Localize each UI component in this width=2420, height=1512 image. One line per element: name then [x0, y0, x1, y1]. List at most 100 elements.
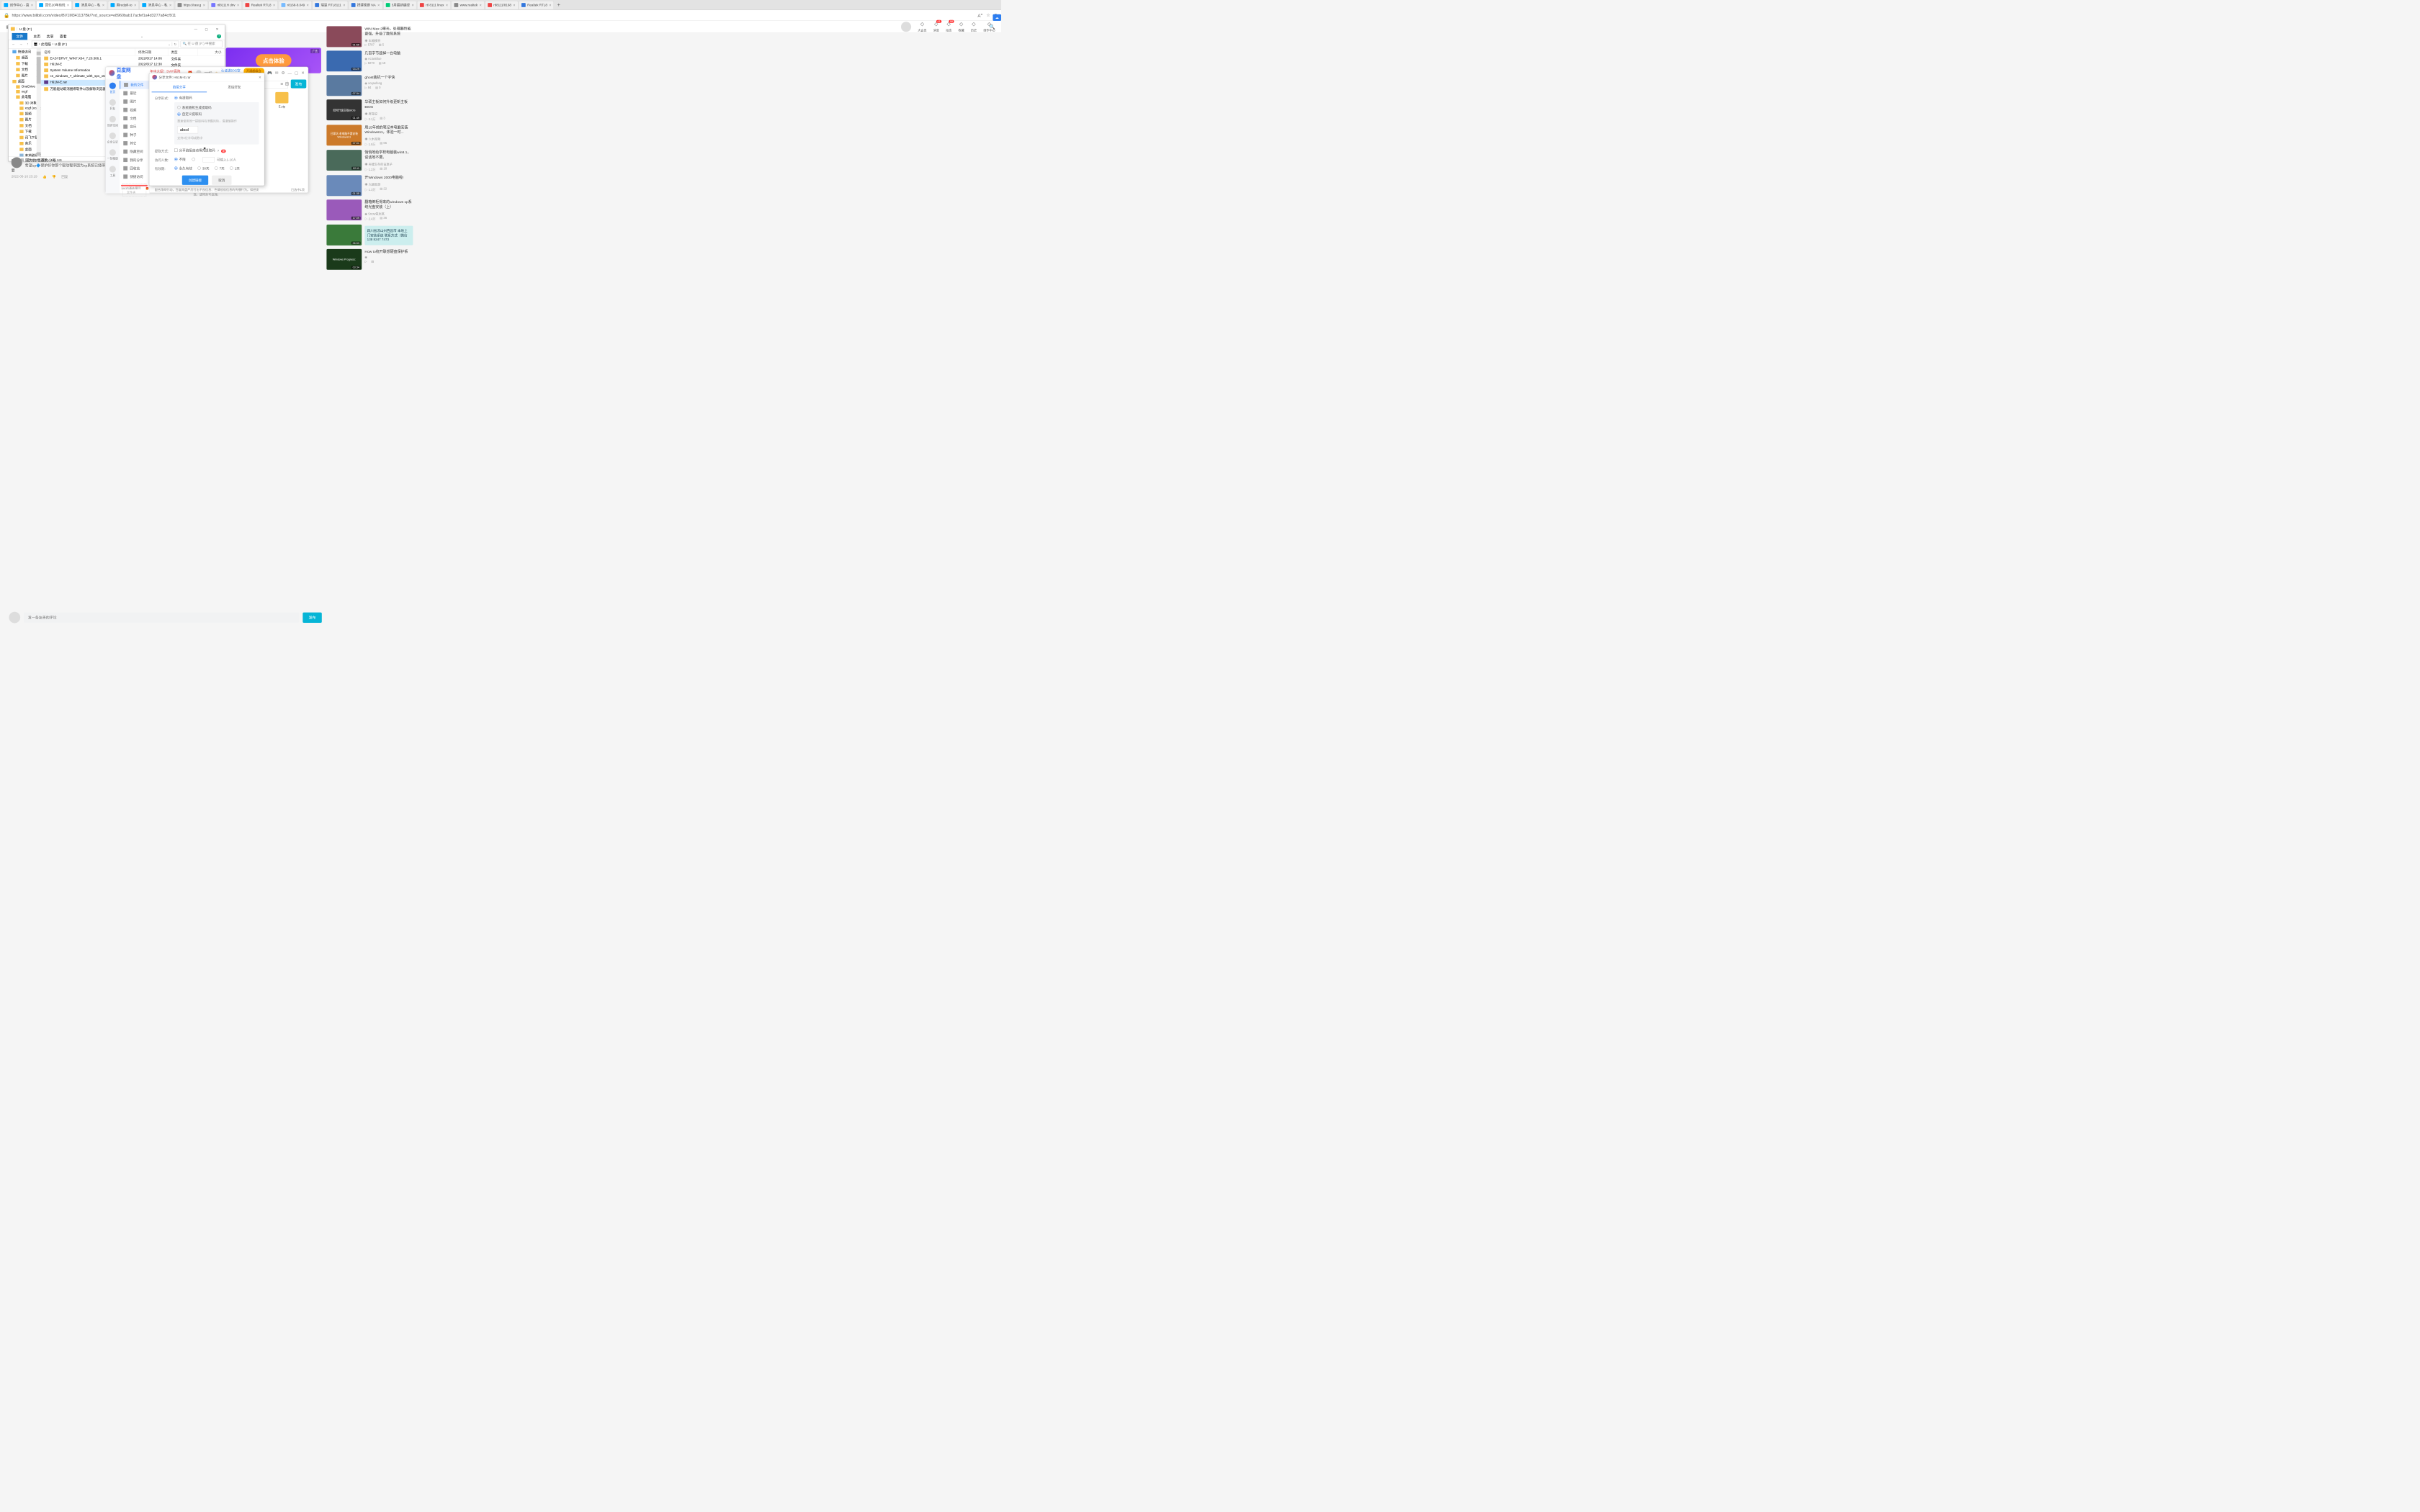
rec-thumbnail[interactable]: 01:35: [326, 175, 362, 196]
leftnav-item[interactable]: 同步空间: [107, 116, 118, 127]
topbar-icon-大会员[interactable]: ◇大会员: [918, 21, 926, 32]
close-button[interactable]: ✕: [212, 26, 223, 32]
tab-close-icon[interactable]: ×: [513, 3, 515, 7]
rec-thumbnail[interactable]: 02:11: [326, 150, 362, 171]
browser-tab[interactable]: 消息中心 - 私×: [73, 1, 107, 9]
tab-close-icon[interactable]: ×: [67, 3, 69, 7]
ribbon-tab-share[interactable]: 共享: [47, 34, 54, 39]
leftnav-item[interactable]: 一刻相册: [107, 149, 118, 161]
sidebar-item[interactable]: 视频: [120, 106, 149, 114]
radio-expiry[interactable]: 1天: [230, 166, 240, 171]
tab-close-icon[interactable]: ×: [134, 3, 136, 7]
header-type[interactable]: 类型: [168, 48, 197, 55]
radio-expiry[interactable]: 30天: [197, 166, 209, 171]
browser-tab[interactable]: Realtek RTL8×: [519, 1, 554, 9]
tab-close-icon[interactable]: ×: [203, 3, 205, 7]
radio-unlimited[interactable]: 不限: [174, 157, 186, 162]
radio-limited[interactable]: [192, 158, 195, 161]
topbar-icon-动态[interactable]: ◇动态58: [946, 21, 951, 32]
help-icon[interactable]: ?: [217, 35, 221, 39]
file-row[interactable]: EASYDRV7_WIN7.X64_7.20.306.12022/6/17 14…: [41, 56, 225, 62]
tab-close-icon[interactable]: ×: [377, 3, 380, 7]
topbar-icon-创作中心[interactable]: ◇创作中心: [983, 21, 995, 32]
crumb-item[interactable]: U 盘 (F:): [55, 42, 67, 47]
rec-thumbnail[interactable]: 如何升级主板BIOS01:49: [326, 99, 362, 120]
sidebar-item[interactable]: 音乐: [120, 122, 149, 131]
sidebar-item[interactable]: 最近: [120, 89, 149, 98]
ribbon-tab-view[interactable]: 查看: [60, 34, 67, 39]
sidebar-item[interactable]: 其它: [120, 139, 149, 148]
browser-tab[interactable]: 创作中心 - 直×: [1, 1, 36, 9]
favorite-icon[interactable]: ☆: [986, 12, 990, 19]
tab-close-icon[interactable]: ×: [343, 3, 345, 7]
game-icon[interactable]: 🎮: [267, 71, 272, 76]
recommendation-item[interactable]: 07:34ghost装机一个字快◉ xcqaofeng▷ 84▤ 0: [326, 75, 413, 96]
radio-has-code[interactable]: 有提取码: [174, 95, 192, 100]
sidebar-item[interactable]: 种子: [120, 131, 149, 140]
scroll-up-arrow[interactable]: [37, 52, 41, 55]
maximize-button[interactable]: ▢: [295, 71, 298, 76]
dialog-close-button[interactable]: ✕: [259, 75, 261, 78]
nav-forward-button[interactable]: →: [18, 42, 24, 46]
list-view-icon[interactable]: ≡: [280, 81, 283, 86]
radio-expiry[interactable]: 7天: [215, 166, 225, 171]
gift-icon[interactable]: 🎁: [145, 187, 149, 191]
sidebar-item[interactable]: 图片: [120, 97, 149, 106]
tab-link-share[interactable]: 链接分享: [152, 82, 207, 92]
tab-close-icon[interactable]: ×: [480, 3, 482, 7]
recommendation-item[interactable]: 03:29几百字节毁掉一台电脑◉ AcianBlue▷ 9270▤ 18: [326, 50, 413, 71]
topbar-icon-消息[interactable]: ◇消息61: [933, 21, 939, 32]
browser-tab[interactable]: 5月最新编译×: [383, 1, 417, 9]
recommendation-item[interactable]: 01:35开Windows 2000电脑啦!◉ 大越南游▷ 1.3万▤ 22: [326, 175, 413, 196]
sidebar-item[interactable]: 隐藏空间: [120, 148, 149, 156]
tab-close-icon[interactable]: ×: [273, 3, 275, 7]
radio-expiry[interactable]: 永久有效: [174, 166, 192, 171]
dislike-icon[interactable]: 👎: [52, 175, 56, 179]
code-input[interactable]: [177, 126, 198, 133]
user-avatar[interactable]: [901, 22, 911, 32]
minimize-button[interactable]: —: [191, 26, 201, 32]
recommendation-item[interactable]: 如何升级主板BIOS01:49华硕主板如何升级更新主板BIOS◉ 胖哥说▷ 2.…: [326, 99, 413, 121]
recommendation-item[interactable]: 06:53四川省凉山州西昌市 本地上门安装系统 联系方式（微信 138 8247…: [326, 225, 413, 246]
rec-thumbnail[interactable]: 06:53: [326, 225, 362, 246]
ribbon-tab-home[interactable]: 主页: [33, 34, 40, 39]
explorer-search[interactable]: 🔍 在 U 盘 (F:) 中搜索: [181, 41, 223, 48]
browser-tab[interactable]: 回忆20年前玩×: [37, 1, 72, 9]
scroll-down-arrow[interactable]: [37, 152, 41, 156]
maximize-button[interactable]: ▢: [202, 26, 212, 32]
recommendation-item[interactable]: 已踩坑 老电脑不要安装 Windows1107:01用15年前的笔记本电脑安装W…: [326, 125, 413, 146]
like-icon[interactable]: 👍: [42, 175, 47, 179]
tab-close-icon[interactable]: ×: [307, 3, 309, 7]
leftnav-item[interactable]: 工具: [109, 166, 116, 177]
browser-tab[interactable]: 瑞昱 RTL8111×: [312, 1, 348, 9]
browser-tab[interactable]: r8168-8.049×: [279, 1, 312, 9]
browser-tab[interactable]: 搭建家庭 NA×: [349, 1, 382, 9]
new-tab-button[interactable]: +: [555, 1, 563, 9]
tree-scrollbar[interactable]: [37, 48, 41, 156]
recommendation-item[interactable]: 02:11悄悄地给学校电脑装win8.1，说话地不要。◉ 夹缝生存的白旗子▷ 1…: [326, 150, 413, 171]
browser-tab[interactable]: https://raw.g×: [175, 1, 208, 9]
tab-close-icon[interactable]: ×: [102, 3, 104, 7]
sidebar-item[interactable]: 快捷访问: [120, 173, 149, 181]
leftnav-item[interactable]: 首页: [109, 83, 116, 94]
mail-icon[interactable]: ✉: [275, 71, 279, 76]
minimize-button[interactable]: —: [288, 71, 292, 75]
refresh-icon[interactable]: ↻: [172, 42, 177, 46]
browser-tab[interactable]: 消息中心 - 私×: [140, 1, 174, 9]
tab-close-icon[interactable]: ×: [412, 3, 414, 7]
rec-thumbnail[interactable]: 01:55: [326, 26, 362, 47]
publish-button[interactable]: 发布: [291, 79, 307, 88]
radio-custom-code[interactable]: 自定义提取码: [177, 112, 202, 117]
header-date[interactable]: 修改日期: [135, 48, 169, 55]
browser-tab[interactable]: Realtek RTL8×: [243, 1, 278, 9]
tab-close-icon[interactable]: ×: [237, 3, 239, 7]
recommendation-item[interactable]: Windows Progress:03:34How to绕开联想硬盘保护系◉ ▷…: [326, 249, 413, 270]
sidebar-item[interactable]: 我的文件: [120, 81, 149, 89]
rec-thumbnail[interactable]: 07:34: [326, 75, 362, 96]
uploader-avatar[interactable]: [12, 157, 22, 168]
header-size[interactable]: 大小: [198, 48, 225, 55]
visitors-input[interactable]: [202, 157, 215, 162]
ad-card[interactable]: 四川省凉山州西昌市 本地上门安装系统 联系方式（微信 138 8247 7473: [364, 226, 413, 246]
settings-icon[interactable]: ⚙: [282, 71, 285, 76]
browser-tab[interactable]: rtl8111H driv×: [208, 1, 241, 9]
